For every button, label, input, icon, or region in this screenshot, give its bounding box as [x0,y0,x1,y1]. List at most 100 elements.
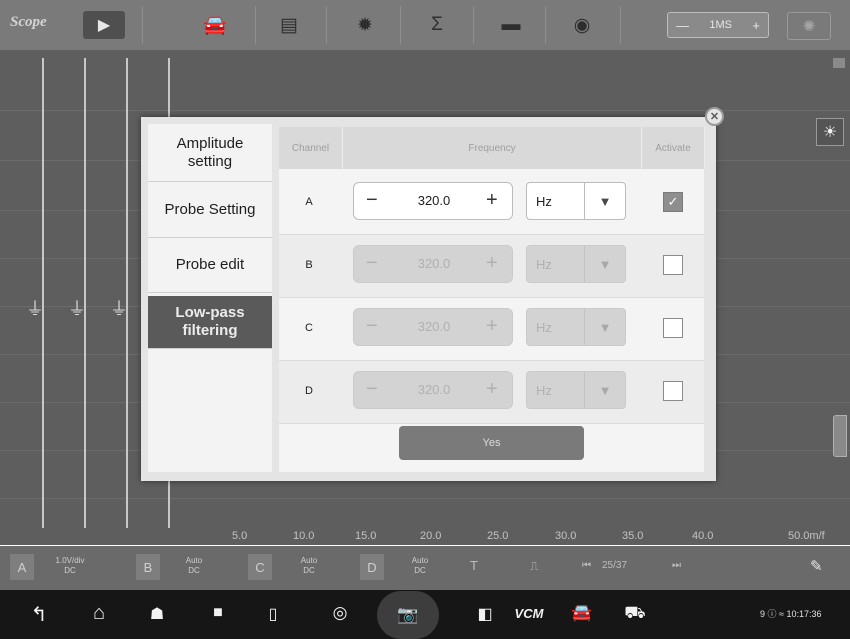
edge-icon[interactable]: ⎍ [530,559,538,574]
channel-bar: A 1.0V/div DC B Auto DC C Auto DC D Auto DC … [0,546,850,590]
frequency-table: Channel Frequency Activate A − 320.0 + H… [279,127,705,472]
toolbar-divider [255,6,256,44]
activate-checkbox-b[interactable] [663,255,683,275]
activate-checkbox-d[interactable] [663,381,683,401]
frequency-value-b: 320.0 [417,256,451,271]
report-button[interactable]: ▤ [260,11,318,39]
x-tick-label: 40.0 [692,530,714,542]
status-tray: 9 ⓘ ≈ 10:17:36 [760,609,822,619]
channel-c-button[interactable]: C [248,554,272,580]
menu-low-pass-filtering[interactable]: Low-pass filtering [148,296,272,349]
activate-checkbox-c[interactable] [663,318,683,338]
app-logo: Scope [10,14,47,30]
table-row-c: C − 320.0 + Hz ▼ [279,298,704,361]
trigger-icon[interactable]: T [470,558,478,573]
decrease-button: − [366,252,378,274]
split-screen-icon[interactable]: ▯ [258,604,288,624]
increase-button[interactable]: + [486,189,498,212]
x-tick-label: 50.0m/f [788,530,825,542]
play-button[interactable]: ▶ [83,11,125,39]
globe-icon: ◉ [573,14,591,36]
channel-d-button[interactable]: D [360,554,384,580]
toolbar-divider [142,6,143,44]
channel-b-button[interactable]: B [136,554,160,580]
checkmark-icon: ✓ [667,194,679,209]
channel-d-scale: Auto [411,556,429,565]
launcher-icon[interactable]: ☗ [142,604,172,624]
toolbar-divider [545,6,546,44]
timebase-minus-button[interactable]: — [676,18,689,33]
service-icon[interactable]: ⛟ [620,603,650,625]
decrease-button[interactable]: − [366,189,378,212]
remote-icon[interactable]: ◧ [470,604,500,624]
yes-button[interactable]: Yes [399,426,584,460]
unit-select-d: Hz ▼ [526,371,626,409]
help-button[interactable]: ◉ [553,11,611,39]
close-icon: ✕ [709,111,720,123]
timebase-stepper: — 1MS + [667,12,769,38]
side-panel-handle-top[interactable] [833,58,845,68]
unit-value: Hz [536,320,552,335]
ground-icon: ⏚ [110,299,128,319]
frequency-value-c: 320.0 [417,319,451,334]
voltage-scale-c[interactable] [106,58,128,528]
car-icon: 🚘 [203,15,227,36]
settings-button[interactable]: ✹ [336,11,394,39]
channel-a-button[interactable]: A [10,554,34,580]
side-panel-handle[interactable] [833,415,847,457]
vehicle-nav-icon[interactable]: 🚘 [567,603,597,623]
menu-amplitude-setting[interactable]: Amplitude setting [148,124,272,182]
frequency-value-a[interactable]: 320.0 [394,193,474,208]
toolbar-divider [620,6,621,44]
channel-label: A [305,196,313,208]
home-icon[interactable]: ⌂ [84,602,114,625]
settings-menu: Amplitude setting Probe Setting Probe ed… [148,124,272,472]
header-channel: Channel [279,127,343,169]
recent-apps-icon[interactable]: ■ [203,604,233,622]
screenshot-button[interactable]: 📷 [377,591,439,639]
ground-icon: ⏚ [68,299,86,319]
time-axis: 5.0 10.0 15.0 20.0 25.0 30.0 35.0 40.0 5… [0,530,850,544]
files-button[interactable]: ▬ [482,11,540,39]
x-tick-label: 15.0 [355,530,377,542]
unit-select-a[interactable]: Hz ▼ [526,182,626,220]
channel-b-scale: Auto [185,556,203,565]
channel-a-scale: 1.0V/div [55,556,85,565]
sigma-icon: Σ [431,14,443,35]
display-mode-button[interactable]: ☀ [816,118,844,146]
gear-icon: ✹ [357,14,373,36]
math-button[interactable]: Σ [408,11,466,39]
trigger-settings-button[interactable]: ✺ [787,12,831,40]
dropdown-arrow-icon: ▼ [584,309,625,345]
voltage-scale-a[interactable] [22,58,44,528]
page-indicator: 25/37 [602,560,628,571]
timebase-plus-button[interactable]: + [752,18,760,33]
toolbar-divider [326,6,327,44]
channel-label: C [305,322,313,334]
menu-label: Low-pass filtering [175,304,245,339]
decrease-button: − [366,315,378,337]
menu-probe-setting[interactable]: Probe Setting [148,182,272,238]
browser-icon[interactable]: ◎ [325,603,355,623]
folder-icon: ▬ [501,14,521,35]
vehicle-button[interactable]: 🚘 [186,11,244,39]
timebase-value: 1MS [709,19,733,31]
activate-checkbox-a[interactable]: ✓ [663,192,683,212]
unit-value: Hz [536,383,552,398]
close-dialog-button[interactable]: ✕ [705,107,724,126]
table-row-b: B − 320.0 + Hz ▼ [279,235,704,298]
back-icon[interactable]: ↰ [24,602,54,627]
x-tick-label: 20.0 [420,530,442,542]
vcm-button[interactable]: VCM [504,606,554,621]
probe-icon[interactable]: ✎ [810,557,823,575]
x-tick-label: 5.0 [232,530,248,542]
last-page-icon[interactable]: ⏭ [672,560,681,571]
first-page-icon[interactable]: ⏮ [582,560,591,571]
table-row-a: A − 320.0 + Hz ▼ ✓ [279,172,704,235]
increase-button: + [486,252,498,274]
frequency-stepper-a: − 320.0 + [353,182,513,220]
channel-c-coupling: DC [303,566,315,575]
voltage-scale-b[interactable] [64,58,86,528]
unit-value: Hz [536,257,552,272]
menu-probe-edit[interactable]: Probe edit [148,238,272,293]
